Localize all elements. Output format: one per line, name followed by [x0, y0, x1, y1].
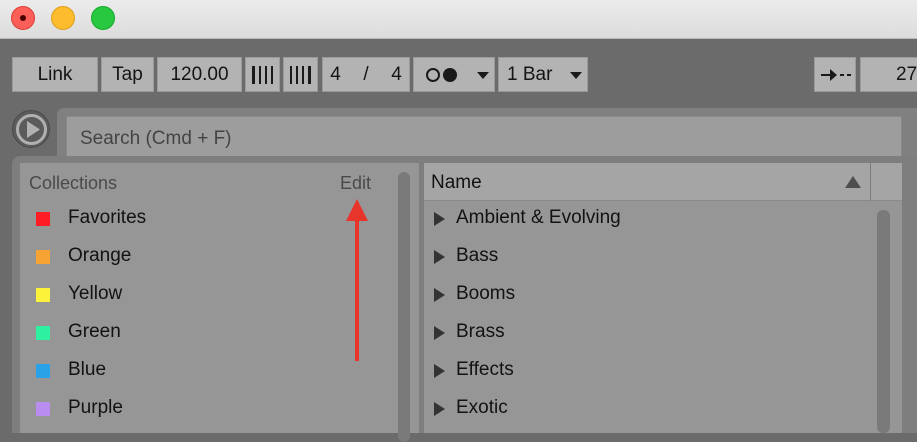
- collection-item-orange[interactable]: Orange: [20, 238, 390, 276]
- window-titlebar: [0, 0, 917, 39]
- nudge-down-icon: [252, 66, 273, 84]
- list-item[interactable]: Effects: [424, 352, 864, 390]
- expand-triangle-icon[interactable]: [434, 212, 445, 226]
- tap-tempo-button[interactable]: Tap: [101, 57, 154, 92]
- nudge-up-icon: [290, 66, 311, 84]
- play-icon: [16, 114, 47, 145]
- color-swatch: [36, 402, 50, 416]
- list-item[interactable]: Brass: [424, 314, 864, 352]
- list-item[interactable]: Booms: [424, 276, 864, 314]
- close-button[interactable]: [11, 6, 35, 30]
- expand-triangle-icon[interactable]: [434, 364, 445, 378]
- time-signature-field[interactable]: 4 / 4: [322, 57, 410, 92]
- annotation-arrow-icon: [346, 199, 368, 361]
- collection-item-purple[interactable]: Purple: [20, 390, 390, 428]
- column-divider: [870, 163, 871, 201]
- color-swatch: [36, 326, 50, 340]
- list-item[interactable]: Exotic: [424, 390, 864, 428]
- expand-triangle-icon[interactable]: [434, 250, 445, 264]
- sig-numerator: 4: [330, 64, 341, 85]
- quantization-value: 1 Bar: [507, 64, 553, 85]
- list-item[interactable]: Ambient & Evolving: [424, 200, 864, 238]
- color-swatch: [36, 364, 50, 378]
- expand-triangle-icon[interactable]: [434, 326, 445, 340]
- zoom-button[interactable]: [91, 6, 115, 30]
- preview-toggle-button[interactable]: [12, 110, 50, 148]
- collection-label: Favorites: [68, 207, 147, 228]
- list-item-label: Exotic: [456, 397, 508, 418]
- quantization-dropdown[interactable]: 1 Bar: [498, 57, 588, 92]
- expand-triangle-icon[interactable]: [434, 402, 445, 416]
- collection-label: Orange: [68, 245, 132, 266]
- collections-header: Collections: [29, 173, 118, 193]
- collections-scrollbar[interactable]: [398, 172, 410, 442]
- collection-label: Purple: [68, 397, 123, 418]
- search-input[interactable]: Search (Cmd + F): [66, 116, 902, 161]
- content-list-pane: Name Ambient & Evolving Bass Booms Brass…: [424, 163, 902, 433]
- color-swatch: [36, 288, 50, 302]
- chevron-down-icon: [570, 72, 582, 79]
- follow-button[interactable]: [814, 57, 856, 92]
- list-item-label: Bass: [456, 245, 499, 266]
- link-button[interactable]: Link: [12, 57, 98, 92]
- collection-label: Yellow: [68, 283, 123, 304]
- sig-denominator: 4: [391, 64, 402, 85]
- nudge-up-button[interactable]: [283, 57, 318, 92]
- list-item-label: Brass: [456, 321, 505, 342]
- expand-triangle-icon[interactable]: [434, 288, 445, 302]
- edit-collections-button[interactable]: Edit: [340, 173, 371, 194]
- color-swatch: [36, 250, 50, 264]
- collection-item-favorites[interactable]: Favorites: [20, 200, 390, 238]
- collection-item-yellow[interactable]: Yellow: [20, 276, 390, 314]
- name-column-header[interactable]: Name: [424, 163, 902, 201]
- color-swatch: [36, 212, 50, 226]
- sig-separator: /: [363, 64, 369, 85]
- metronome-icon: [426, 68, 457, 82]
- collection-label: Green: [68, 321, 121, 342]
- nudge-down-button[interactable]: [245, 57, 280, 92]
- tempo-field[interactable]: 120.00: [157, 57, 242, 92]
- minimize-button[interactable]: [51, 6, 75, 30]
- name-column-label: Name: [431, 172, 482, 193]
- list-item-label: Effects: [456, 359, 514, 380]
- list-item[interactable]: Bass: [424, 238, 864, 276]
- metronome-button[interactable]: [413, 57, 495, 92]
- arrangement-position-field[interactable]: 27: [860, 57, 917, 92]
- collection-item-green[interactable]: Green: [20, 314, 390, 352]
- content-scrollbar[interactable]: [877, 210, 890, 433]
- list-item-label: Ambient & Evolving: [456, 207, 621, 228]
- list-item-label: Booms: [456, 283, 516, 304]
- follow-arrow-icon: [821, 69, 851, 81]
- sort-ascending-icon[interactable]: [845, 176, 861, 188]
- collection-label: Blue: [68, 359, 107, 380]
- collection-item-blue[interactable]: Blue: [20, 352, 390, 390]
- chevron-down-icon: [477, 72, 489, 79]
